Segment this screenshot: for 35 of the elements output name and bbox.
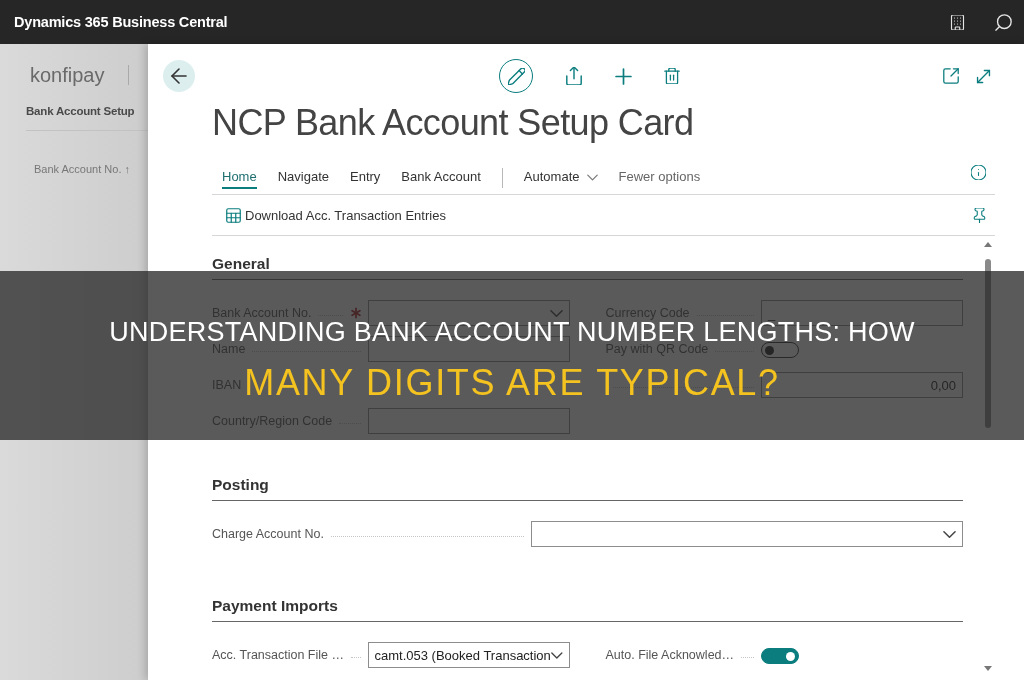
menu-tab[interactable]: Bank Account — [401, 169, 481, 189]
fewer-options-link[interactable]: Fewer options — [618, 169, 701, 189]
menu-tab[interactable]: Entry — [350, 169, 381, 189]
card-title: NCP Bank Account Setup Card — [212, 101, 694, 145]
back-button[interactable] — [163, 60, 195, 92]
dropdown-field[interactable] — [531, 521, 963, 547]
open-new-window-icon[interactable] — [943, 68, 959, 84]
pencil-icon — [507, 67, 525, 85]
banner-headline: UNDERSTANDING BANK ACCOUNT NUMBER LENGTHS: HOW — [109, 322, 915, 342]
plus-icon[interactable] — [615, 67, 632, 85]
menu-tab[interactable]: Navigate — [277, 169, 329, 189]
field-label: Charge Account No. — [212, 527, 324, 541]
trash-icon[interactable] — [664, 68, 680, 84]
scroll-up-icon[interactable] — [984, 242, 992, 247]
info-icon[interactable] — [971, 164, 986, 180]
section-heading[interactable]: Payment Imports — [212, 595, 963, 622]
building-icon[interactable] — [950, 14, 965, 30]
dropdown-field[interactable]: camt.053 (Booked Transaction — [367, 642, 570, 668]
company-name: konfipay — [30, 65, 105, 85]
app-title: Dynamics 365 Business Central — [14, 14, 229, 30]
scroll-down-icon[interactable] — [984, 666, 992, 671]
edit-button[interactable] — [499, 59, 533, 93]
toggle-switch[interactable] — [761, 648, 799, 664]
field-label: Acc. Transaction File … — [212, 648, 344, 662]
automate-menu-button[interactable]: Automate — [523, 169, 598, 189]
spreadsheet-icon — [226, 207, 241, 223]
share-icon[interactable] — [565, 67, 583, 85]
expand-icon[interactable] — [975, 67, 992, 85]
section-heading[interactable]: Posting — [212, 474, 963, 501]
banner-headline: MANY DIGITS ARE TYPICAL? — [244, 370, 780, 396]
menu-tab[interactable]: Home — [222, 169, 257, 189]
pin-icon[interactable] — [972, 207, 987, 223]
field-label: Auto. File Acknowled… — [605, 648, 735, 662]
download-action-button[interactable]: Download Acc. Transaction Entries — [226, 207, 446, 223]
search-icon[interactable] — [995, 13, 1012, 31]
